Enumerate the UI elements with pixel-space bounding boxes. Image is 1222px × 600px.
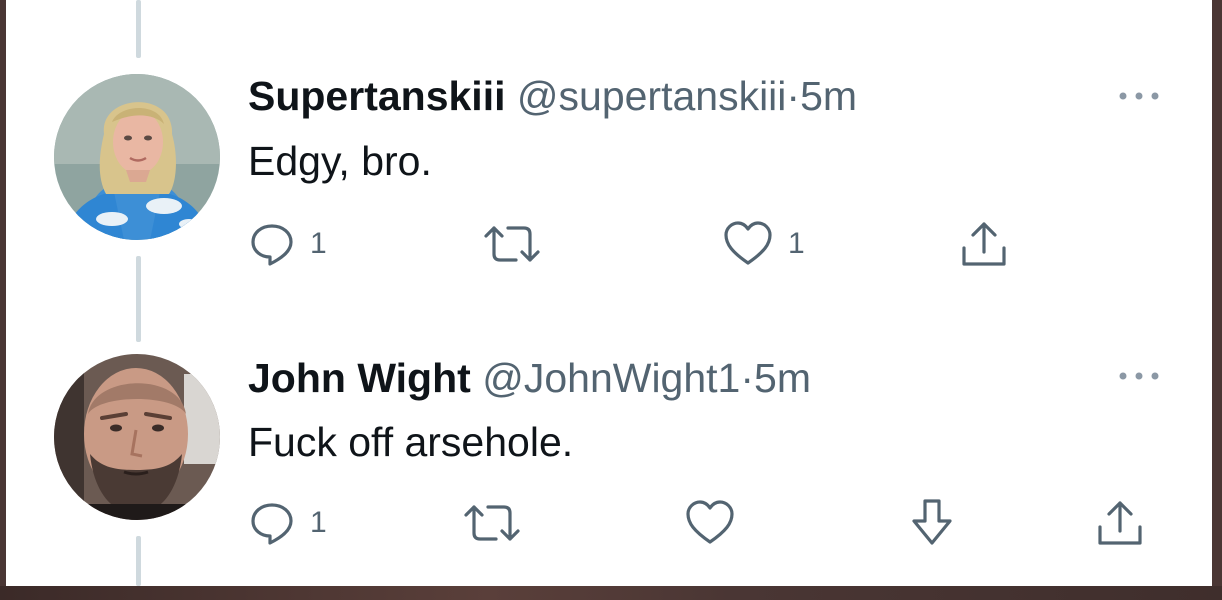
display-name[interactable]: John Wight — [248, 355, 471, 401]
tweet-thread-panel: Supertanskiii @supertanskiii·5m Edgy, br… — [6, 0, 1212, 586]
share-icon — [1098, 501, 1142, 545]
timestamp[interactable]: 5m — [754, 355, 811, 401]
avatar-image — [54, 354, 220, 520]
reply-count: 1 — [310, 227, 327, 260]
retweet-icon — [464, 505, 520, 541]
share-button[interactable] — [1094, 493, 1146, 553]
share-icon — [962, 222, 1006, 266]
downvote-button[interactable] — [908, 493, 956, 553]
like-button[interactable] — [684, 493, 750, 553]
retweet-button[interactable] — [482, 214, 542, 274]
downvote-icon — [912, 499, 952, 545]
timestamp[interactable]: 5m — [800, 73, 857, 119]
tweet-actions: 1 — [248, 493, 1148, 553]
avatar[interactable] — [54, 354, 220, 520]
reply-button[interactable]: 1 — [248, 214, 327, 274]
avatar-image — [54, 74, 220, 240]
share-button[interactable] — [958, 214, 1010, 274]
reply-button[interactable]: 1 — [248, 493, 327, 553]
tweet-actions: 1 1 — [248, 214, 1048, 274]
separator-dot: · — [786, 73, 801, 119]
reply-icon — [251, 503, 293, 545]
retweet-icon — [484, 226, 540, 262]
tweet-text: Edgy, bro. — [248, 138, 432, 184]
separator-dot: · — [740, 355, 755, 401]
more-icon[interactable] — [1114, 86, 1164, 106]
like-button[interactable]: 1 — [722, 214, 805, 274]
tweet[interactable]: John Wight @JohnWight1·5m Fuck off arseh… — [6, 290, 1212, 586]
reply-icon — [251, 224, 293, 266]
tweet-header: Supertanskiii @supertanskiii·5m — [248, 72, 857, 120]
user-handle[interactable]: @JohnWight1 — [482, 355, 740, 401]
like-icon — [724, 221, 772, 265]
retweet-button[interactable] — [462, 493, 522, 553]
background-edge — [0, 586, 1222, 600]
display-name[interactable]: Supertanskiii — [248, 73, 505, 119]
like-count: 1 — [788, 227, 805, 260]
avatar[interactable] — [54, 74, 220, 240]
tweet-header: John Wight @JohnWight1·5m — [248, 354, 811, 402]
tweet[interactable]: Supertanskiii @supertanskiii·5m Edgy, br… — [6, 0, 1212, 290]
user-handle[interactable]: @supertanskiii — [517, 73, 787, 119]
like-icon — [686, 500, 734, 544]
tweet-text: Fuck off arsehole. — [248, 419, 574, 465]
reply-count: 1 — [310, 506, 327, 539]
more-icon[interactable] — [1114, 366, 1164, 386]
